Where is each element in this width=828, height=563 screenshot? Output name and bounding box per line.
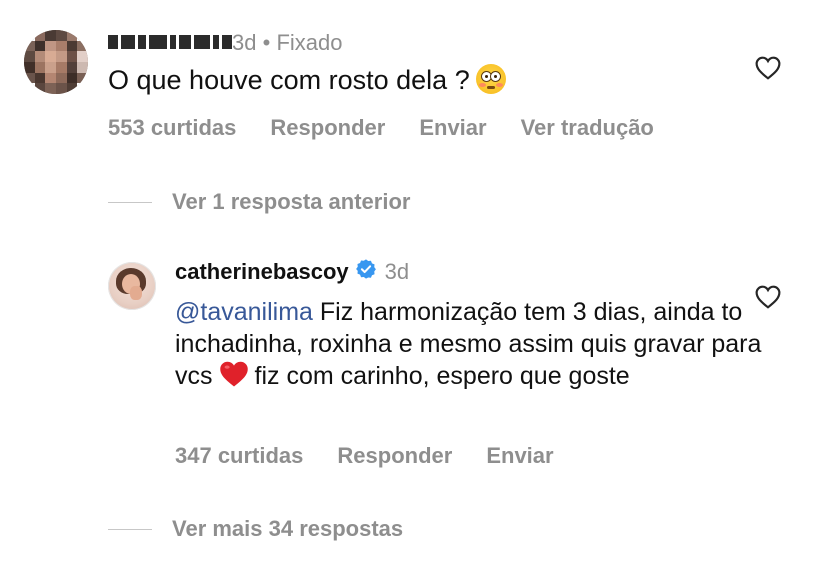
- view-more-label[interactable]: Ver mais 34 respostas: [172, 516, 403, 542]
- separator-dot: •: [262, 30, 271, 55]
- reply-text: @tavanilima Fiz harmonização tem 3 dias,…: [175, 296, 775, 396]
- comment-time: 3d: [232, 30, 257, 55]
- reply-button[interactable]: Responder: [337, 443, 452, 469]
- translate-button[interactable]: Ver tradução: [521, 115, 654, 141]
- send-button[interactable]: Enviar: [419, 115, 486, 141]
- comment-meta: 3d • Fixado: [232, 30, 342, 56]
- thread-line: [108, 201, 152, 203]
- pinned-label: Fixado: [276, 30, 343, 55]
- reply-actions: 347 curtidas Responder Enviar: [175, 443, 554, 469]
- reply-body-part2: fiz com carinho, espero que goste: [254, 362, 630, 390]
- reply-username[interactable]: catherinebascoy: [175, 259, 349, 285]
- reply-header: catherinebascoy 3d: [175, 258, 409, 285]
- view-previous-label[interactable]: Ver 1 resposta anterior: [172, 189, 410, 215]
- view-more-replies[interactable]: Ver mais 34 respostas: [108, 516, 403, 542]
- thread-line: [108, 528, 152, 530]
- likes-count[interactable]: 347 curtidas: [175, 443, 303, 469]
- comment-body: O que houve com rosto dela ?: [108, 65, 470, 95]
- comment-actions: 553 curtidas Responder Enviar Ver traduç…: [108, 115, 654, 141]
- view-previous-replies[interactable]: Ver 1 resposta anterior: [108, 189, 410, 215]
- likes-count[interactable]: 553 curtidas: [108, 115, 236, 141]
- comment-text: O que houve com rosto dela ?: [108, 64, 506, 96]
- reply-avatar[interactable]: [108, 262, 156, 310]
- mention-link[interactable]: @tavanilima: [175, 298, 313, 326]
- like-heart-icon[interactable]: [755, 56, 781, 85]
- reply-time: 3d: [384, 258, 410, 284]
- reply-button[interactable]: Responder: [270, 115, 385, 141]
- red-heart-emoji: [219, 360, 249, 396]
- avatar-hand: [130, 286, 142, 300]
- redacted-username[interactable]: [108, 34, 232, 50]
- pixelated-avatar-image: [24, 30, 88, 94]
- send-button[interactable]: Enviar: [486, 443, 553, 469]
- verified-badge-icon: [355, 258, 377, 285]
- flushed-face-emoji: [475, 64, 506, 94]
- avatar[interactable]: [24, 30, 88, 94]
